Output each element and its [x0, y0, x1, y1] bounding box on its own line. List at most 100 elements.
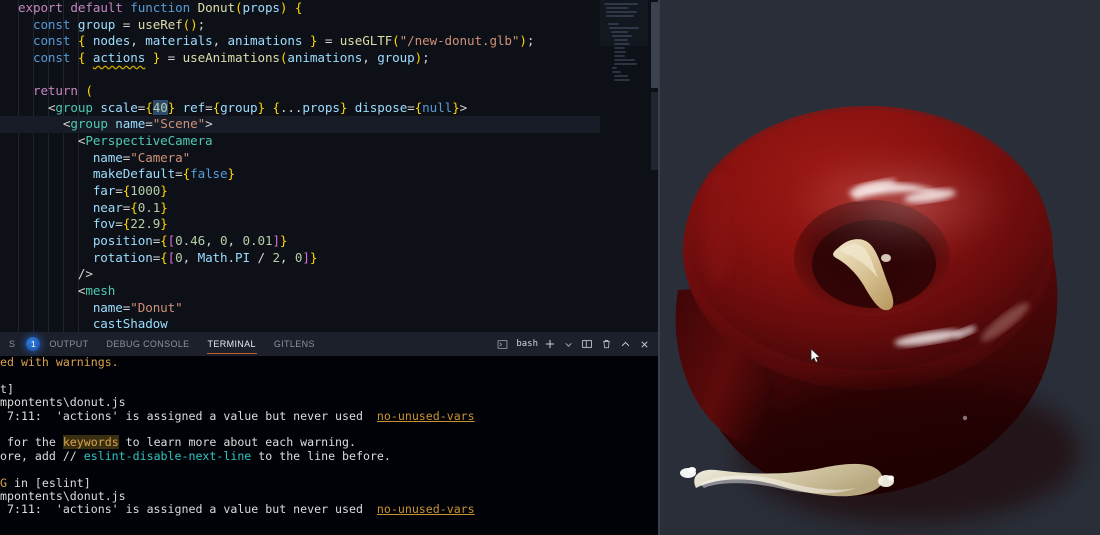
- code-token: 1000: [130, 183, 161, 199]
- close-panel-button[interactable]: [635, 332, 654, 356]
- code-line[interactable]: name="Donut": [0, 300, 600, 317]
- code-token: const: [32, 16, 71, 32]
- code-token: 0.01: [242, 232, 273, 248]
- code-token: props: [302, 99, 340, 115]
- code-line[interactable]: <PerspectiveCamera: [0, 133, 600, 150]
- shell-name-label: bash: [516, 339, 538, 349]
- tab-debug-console[interactable]: DEBUG CONSOLE: [97, 332, 198, 356]
- code-token: mesh: [85, 282, 116, 298]
- code-token: "Camera": [130, 149, 191, 165]
- editor-minimap[interactable]: [600, 0, 648, 332]
- code-token: group: [77, 16, 116, 32]
- application-window: export default function Donut(props) { c…: [0, 0, 1100, 535]
- editor-scrollbar-thumb[interactable]: [651, 2, 658, 88]
- eslint-rule-link[interactable]: no-unused-vars: [377, 409, 475, 423]
- tab-problems[interactable]: S: [0, 332, 24, 356]
- maximize-panel-button[interactable]: [616, 332, 635, 356]
- terminal-line: t]: [0, 382, 660, 396]
- tab-output[interactable]: OUTPUT: [40, 332, 97, 356]
- code-line[interactable]: fov={22.9}: [0, 216, 600, 233]
- code-token: props: [242, 0, 281, 15]
- code-token: animations: [287, 49, 363, 65]
- code-token: {: [160, 232, 168, 248]
- code-token: "Scene": [152, 116, 206, 132]
- code-editor[interactable]: export default function Donut(props) { c…: [0, 0, 660, 332]
- terminal-output[interactable]: ed with warnings. t] mpontents\donut.js 7…: [0, 356, 660, 535]
- terminal-line: mpontents\donut.js: [0, 489, 660, 503]
- eslint-rule-link[interactable]: no-unused-vars: [377, 502, 475, 516]
- code-token: {: [182, 166, 191, 182]
- tab-terminal[interactable]: TERMINAL: [199, 332, 265, 356]
- tab-gitlens[interactable]: GITLENS: [265, 332, 324, 356]
- code-line[interactable]: [0, 67, 600, 84]
- code-line[interactable]: near={0.1}: [0, 200, 600, 217]
- three-d-preview-viewport[interactable]: [660, 0, 1100, 535]
- minimap-slider[interactable]: [600, 0, 648, 46]
- kill-terminal-button[interactable]: [597, 332, 616, 356]
- code-token: PI: [235, 249, 250, 265]
- panel-tab-bar: S 1 OUTPUT DEBUG CONSOLE TERMINAL GITLEN…: [0, 332, 660, 356]
- code-line[interactable]: />: [0, 266, 600, 283]
- new-terminal-button[interactable]: [540, 332, 560, 356]
- code-token: useRef: [137, 16, 183, 32]
- code-line[interactable]: rotation={[0, Math.PI / 2, 0]}: [0, 250, 600, 267]
- code-line[interactable]: return (: [0, 83, 600, 100]
- code-token: PerspectiveCamera: [85, 133, 213, 149]
- code-token: dispose: [354, 99, 408, 115]
- split-terminal-button[interactable]: [577, 332, 597, 356]
- code-line[interactable]: position={[0.46, 0, 0.01]}: [0, 233, 600, 250]
- code-token: (: [235, 0, 243, 15]
- code-token: =: [175, 166, 183, 182]
- code-token: ,: [182, 249, 198, 265]
- code-line[interactable]: makeDefault={false}: [0, 166, 600, 183]
- code-token: null: [422, 99, 453, 115]
- code-token: rotation: [92, 249, 153, 265]
- code-token: ,: [205, 232, 221, 248]
- code-token: ;: [422, 49, 430, 65]
- terminal-text: in [eslint]: [6, 475, 91, 490]
- terminal-text: ed with warnings.: [0, 356, 119, 369]
- code-token: ): [190, 16, 198, 32]
- code-token: group: [70, 116, 108, 132]
- code-line[interactable]: <mesh: [0, 283, 600, 300]
- code-token: const: [32, 49, 71, 65]
- code-token: near: [92, 199, 123, 215]
- code-line[interactable]: name="Camera": [0, 150, 600, 167]
- terminal-glyph-icon: [498, 339, 508, 349]
- code-line[interactable]: <group name="Scene">: [0, 116, 600, 134]
- code-line[interactable]: const { nodes, materials, animations } =…: [0, 33, 600, 50]
- code-line[interactable]: const { actions } = useAnimations(animat…: [0, 50, 600, 67]
- code-token: }: [257, 99, 266, 115]
- code-token: name: [92, 299, 123, 315]
- code-line[interactable]: const group = useRef();: [0, 17, 600, 34]
- code-line[interactable]: <group scale={40} ref={group} {...props}…: [0, 99, 600, 117]
- code-content[interactable]: export default function Donut(props) { c…: [0, 0, 600, 332]
- code-token: group: [377, 49, 415, 65]
- terminal-dropdown-button[interactable]: [560, 332, 577, 356]
- code-line[interactable]: export default function Donut(props) {: [0, 0, 600, 17]
- code-token: 0.1: [137, 199, 161, 215]
- terminal-text: 7:11: 'actions' is assigned a value but …: [0, 502, 377, 517]
- code-line[interactable]: far={1000}: [0, 183, 600, 200]
- terminal-text: mpontents\donut.js: [0, 395, 126, 410]
- code-token: /: [249, 249, 273, 265]
- terminal-shell-icon[interactable]: [493, 332, 512, 356]
- code-token: =: [205, 99, 213, 115]
- code-line[interactable]: castShadow: [0, 316, 600, 332]
- code-token: actions: [92, 49, 146, 65]
- code-token: }: [160, 183, 168, 199]
- split-panel-icon: [582, 340, 592, 348]
